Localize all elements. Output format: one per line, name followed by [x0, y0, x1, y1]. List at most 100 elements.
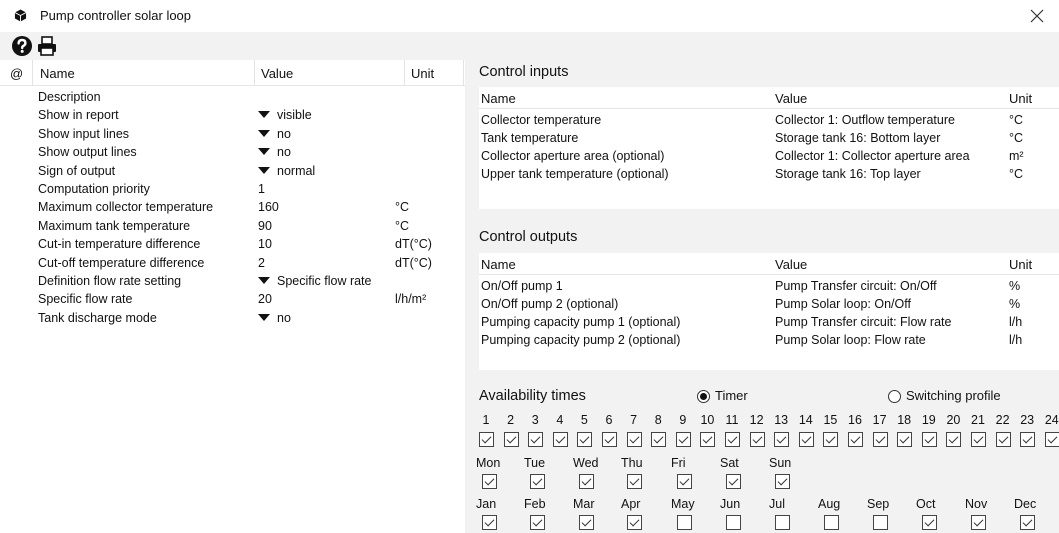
month-checkbox[interactable] [922, 515, 937, 530]
parameter-row[interactable]: Cut-off temperature difference 2 dT(°C) [0, 254, 465, 272]
timer-radio[interactable] [697, 390, 710, 403]
header-unit[interactable]: Unit [411, 66, 434, 81]
hour-checkbox[interactable] [675, 432, 691, 447]
hour-checkbox[interactable] [651, 432, 667, 447]
month-checkbox[interactable] [824, 515, 839, 530]
parameter-row[interactable]: Specific flow rate 20 l/h/m² [0, 290, 465, 308]
hour-checkbox[interactable] [1044, 432, 1059, 447]
hour-checkbox[interactable] [528, 432, 544, 447]
control-output-value[interactable]: Pump Transfer circuit: On/Off [775, 279, 937, 293]
day-checkbox[interactable] [726, 474, 741, 489]
day-checkbox[interactable] [775, 474, 790, 489]
parameter-dropdown[interactable]: normal [258, 164, 315, 178]
day-checkbox[interactable] [530, 474, 545, 489]
parameter-dropdown[interactable]: no [258, 145, 291, 159]
control-output-row[interactable]: Pumping capacity pump 2 (optional) Pump S… [479, 331, 1059, 349]
switching-profile-radio[interactable] [888, 390, 901, 403]
help-button[interactable] [11, 35, 33, 57]
month-checkbox[interactable] [677, 515, 692, 530]
control-input-row[interactable]: Upper tank temperature (optional) Storage… [479, 165, 1059, 183]
header-name[interactable]: Name [40, 66, 75, 81]
control-input-row[interactable]: Tank temperature Storage tank 16: Bottom … [479, 129, 1059, 147]
month-checkbox[interactable] [971, 515, 986, 530]
hour-checkbox[interactable] [626, 432, 642, 447]
hour-checkbox[interactable] [848, 432, 863, 447]
hour-checkbox[interactable] [971, 432, 986, 447]
hour-checkbox[interactable] [1020, 432, 1036, 447]
hour-checkbox[interactable] [602, 432, 617, 447]
timer-radio-label[interactable]: Timer [715, 388, 748, 403]
control-output-value[interactable]: Pump Solar loop: On/Off [775, 297, 911, 311]
control-input-value[interactable]: Collector 1: Collector aperture area [775, 149, 970, 163]
control-output-row[interactable]: Pumping capacity pump 1 (optional) Pump T… [479, 313, 1059, 331]
control-input-value[interactable]: Collector 1: Outflow temperature [775, 113, 955, 127]
close-button[interactable] [1025, 4, 1049, 28]
co-header-name[interactable]: Name [481, 257, 516, 272]
control-output-row[interactable]: On/Off pump 2 (optional) Pump Solar loop:… [479, 295, 1059, 313]
parameter-row[interactable]: Sign of output normal [0, 162, 465, 180]
hour-checkbox[interactable] [921, 432, 937, 447]
control-output-value[interactable]: Pump Transfer circuit: Flow rate [775, 315, 951, 329]
month-checkbox[interactable] [726, 515, 741, 530]
hour-checkbox[interactable] [725, 432, 740, 447]
hour-checkbox[interactable] [946, 432, 962, 447]
hour-checkbox[interactable] [700, 432, 716, 447]
month-checkbox[interactable] [775, 515, 790, 530]
parameter-row[interactable]: Maximum collector temperature 160 °C [0, 198, 465, 216]
control-input-value[interactable]: Storage tank 16: Top layer [775, 167, 921, 181]
parameter-value[interactable]: 1 [258, 182, 265, 196]
parameter-dropdown[interactable]: Specific flow rate [258, 274, 371, 288]
parameter-dropdown[interactable]: no [258, 127, 291, 141]
day-checkbox[interactable] [579, 474, 594, 489]
hour-checkbox[interactable] [774, 432, 790, 447]
hour-checkbox[interactable] [823, 432, 839, 447]
parameter-row[interactable]: Show input lines no [0, 125, 465, 143]
control-input-row[interactable]: Collector aperture area (optional) Collec… [479, 147, 1059, 165]
parameter-row[interactable]: Show in report visible [0, 106, 465, 124]
parameter-dropdown[interactable]: visible [258, 108, 312, 122]
control-output-row[interactable]: On/Off pump 1 Pump Transfer circuit: On/O… [479, 277, 1059, 295]
switching-profile-radio-label[interactable]: Switching profile [906, 388, 1001, 403]
hour-checkbox[interactable] [798, 432, 814, 447]
parameter-value[interactable]: 10 [258, 237, 272, 251]
hour-checkbox[interactable] [479, 432, 494, 447]
day-checkbox[interactable] [627, 474, 642, 489]
day-checkbox[interactable] [677, 474, 692, 489]
day-checkbox[interactable] [482, 474, 497, 489]
ci-header-name[interactable]: Name [481, 91, 516, 106]
hour-checkbox[interactable] [552, 432, 568, 447]
parameter-row[interactable]: Maximum tank temperature 90 °C [0, 217, 465, 235]
header-at[interactable]: @ [10, 66, 23, 81]
parameter-value[interactable]: 2 [258, 256, 265, 270]
parameter-row[interactable]: Computation priority 1 [0, 180, 465, 198]
control-input-row[interactable]: Collector temperature Collector 1: Outflo… [479, 111, 1059, 129]
month-checkbox[interactable] [579, 515, 594, 530]
parameter-row[interactable]: Description [0, 88, 465, 106]
hour-checkbox[interactable] [749, 432, 765, 447]
co-header-unit[interactable]: Unit [1009, 257, 1032, 272]
month-checkbox[interactable] [627, 515, 642, 530]
parameter-row[interactable]: Definition flow rate setting Specific flo… [0, 272, 465, 290]
parameter-row[interactable]: Show output lines no [0, 143, 465, 161]
header-value[interactable]: Value [261, 66, 293, 81]
parameter-row[interactable]: Tank discharge mode no [0, 309, 465, 327]
hour-checkbox[interactable] [503, 432, 519, 447]
parameter-value[interactable]: 90 [258, 219, 272, 233]
ci-header-value[interactable]: Value [775, 91, 807, 106]
hour-checkbox[interactable] [897, 432, 913, 447]
month-checkbox[interactable] [1020, 515, 1035, 530]
control-input-value[interactable]: Storage tank 16: Bottom layer [775, 131, 940, 145]
parameter-value[interactable]: 160 [258, 200, 279, 214]
parameter-dropdown[interactable]: no [258, 311, 291, 325]
hour-checkbox[interactable] [577, 432, 593, 447]
month-checkbox[interactable] [873, 515, 888, 530]
hour-checkbox[interactable] [872, 432, 888, 447]
hour-checkbox[interactable] [995, 432, 1011, 447]
month-checkbox[interactable] [530, 515, 545, 530]
ci-header-unit[interactable]: Unit [1009, 91, 1032, 106]
print-button[interactable] [36, 35, 58, 57]
parameter-value[interactable]: 20 [258, 292, 272, 306]
co-header-value[interactable]: Value [775, 257, 807, 272]
control-output-value[interactable]: Pump Solar loop: Flow rate [775, 333, 926, 347]
parameter-row[interactable]: Cut-in temperature difference 10 dT(°C) [0, 235, 465, 253]
